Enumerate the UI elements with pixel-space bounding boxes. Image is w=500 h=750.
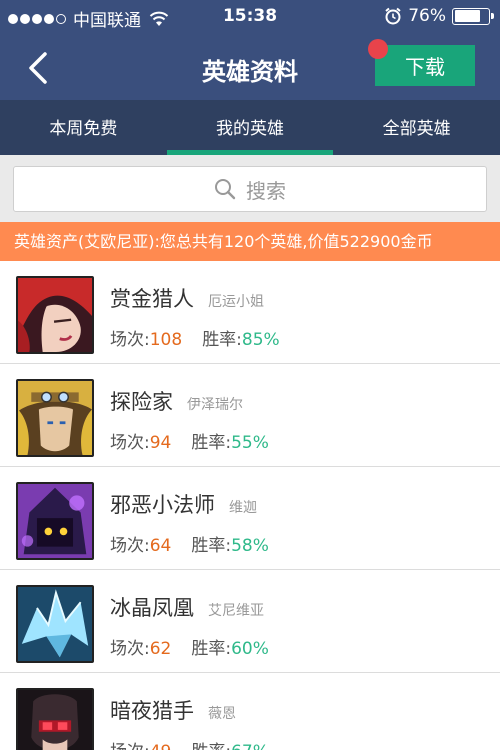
hero-name: 赏金猎人 厄运小姐 (110, 287, 264, 311)
win-rate: 67% (231, 742, 269, 750)
games-count: 64 (149, 536, 172, 556)
hero-stats: 场次:49胜率:67% (110, 737, 269, 750)
notification-badge (368, 39, 388, 59)
games-count: 94 (149, 433, 172, 453)
status-bar: 中国联通 15:38 76% (0, 0, 500, 34)
hero-alias: 艾尼维亚 (208, 603, 264, 619)
hero-name: 暗夜猎手 薇恩 (110, 699, 236, 723)
win-rate: 58% (231, 536, 269, 556)
battery-icon (452, 7, 494, 25)
win-rate: 85% (241, 330, 280, 350)
battery-fill (454, 10, 480, 22)
search-area: 搜索 (0, 155, 500, 222)
download-button[interactable]: 下载 (375, 45, 475, 86)
win-rate: 55% (231, 433, 269, 453)
search-placeholder: 搜索 (246, 178, 286, 203)
hero-stats: 场次:62 胜率:60% (110, 639, 269, 659)
hero-alias: 厄运小姐 (208, 294, 264, 310)
hero-alias: 维迦 (229, 500, 257, 516)
hero-alias: 伊泽瑞尔 (187, 397, 243, 413)
list-item[interactable]: 赏金猎人 厄运小姐 场次:108 胜率:85% (0, 261, 500, 364)
status-right: 76% (384, 6, 494, 26)
hero-avatar (16, 379, 94, 457)
games-count: 108 (149, 330, 183, 350)
list-item[interactable]: 冰晶凤凰 艾尼维亚 场次:62 胜率:60% (0, 570, 500, 673)
list-item[interactable]: 暗夜猎手薇恩 场次:49胜率:67% (0, 673, 500, 750)
win-rate: 60% (231, 639, 269, 659)
games-count: 49 (150, 742, 172, 750)
list-item[interactable]: 邪恶小法师 维迦 场次:64 胜率:58% (0, 467, 500, 570)
hero-list: 赏金猎人 厄运小姐 场次:108 胜率:85% 探险家 伊泽瑞尔 场次:94 胜率:55… (0, 261, 500, 750)
hero-alias: 薇恩 (208, 706, 236, 722)
nav-bar: 英雄资料 下载 (0, 34, 500, 100)
hero-avatar (16, 482, 94, 560)
hero-assets-banner: 英雄资产(艾欧尼亚):您总共有120个英雄,价值522900金币 (0, 222, 500, 261)
hero-name: 邪恶小法师 维迦 (110, 493, 257, 517)
alarm-clock-icon (385, 7, 401, 25)
list-item[interactable]: 探险家 伊泽瑞尔 场次:94 胜率:55% (0, 364, 500, 467)
tab-all-heroes[interactable]: 全部英雄 (333, 100, 500, 155)
hero-avatar (16, 276, 94, 354)
search-input[interactable]: 搜索 (13, 166, 487, 212)
hero-avatar (16, 585, 94, 663)
hero-avatar (16, 688, 94, 750)
tab-weekly-free[interactable]: 本周免费 (0, 100, 167, 155)
hero-stats: 场次:108 胜率:85% (110, 330, 280, 350)
tab-my-heroes[interactable]: 我的英雄 (166, 100, 334, 155)
battery-percent: 76% (408, 6, 446, 26)
hero-name: 探险家 伊泽瑞尔 (110, 390, 243, 414)
hero-name: 冰晶凤凰 艾尼维亚 (110, 596, 264, 620)
hero-stats: 场次:94 胜率:55% (110, 433, 269, 453)
search-icon (215, 179, 236, 200)
hero-stats: 场次:64 胜率:58% (110, 536, 269, 556)
tab-bar: 本周免费 我的英雄 全部英雄 (0, 100, 500, 155)
games-count: 62 (149, 639, 172, 659)
